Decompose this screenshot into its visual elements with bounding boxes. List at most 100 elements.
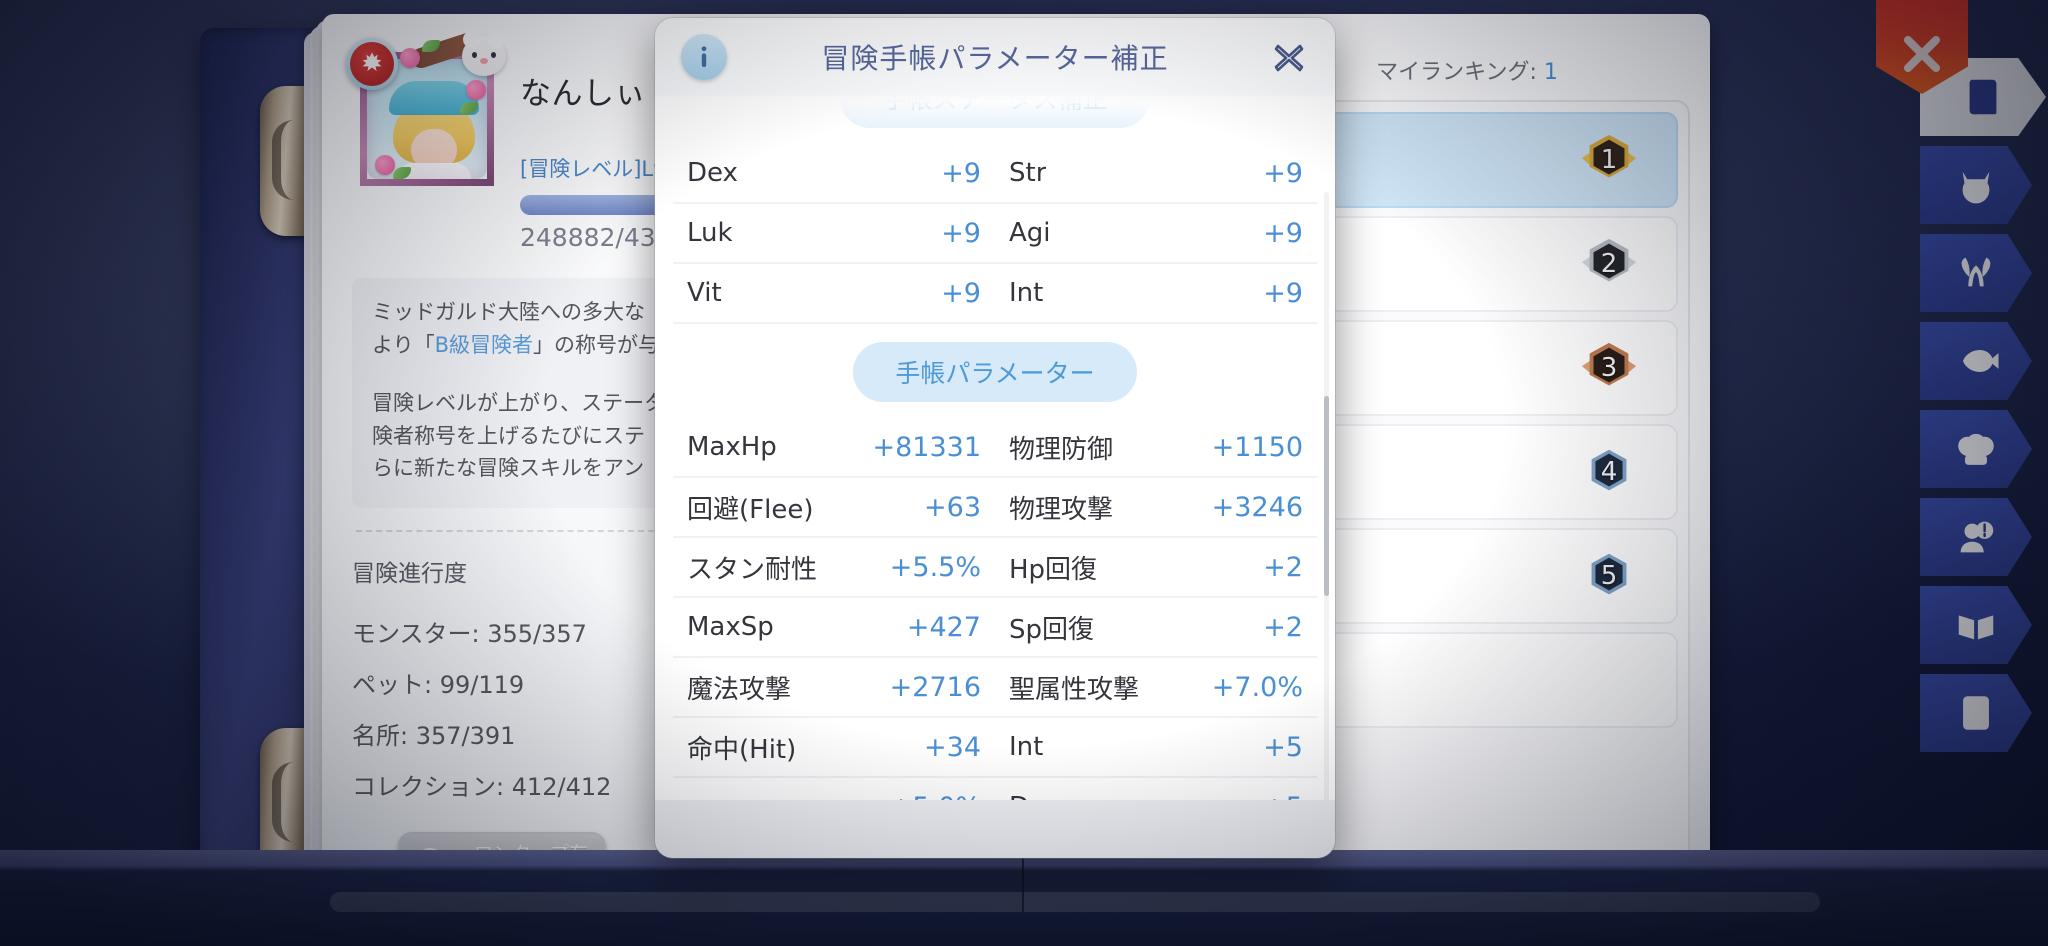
stat-row: Dex +9 Str +9 xyxy=(673,144,1317,204)
card-icon xyxy=(1963,696,1989,730)
rank-number: 5 xyxy=(1600,561,1618,591)
stat-label: Int xyxy=(1009,732,1044,762)
tab-encyclopedia[interactable] xyxy=(1920,586,2032,664)
bear-nose xyxy=(480,58,488,64)
open-book-icon xyxy=(1958,615,1994,640)
stat-value: +9 xyxy=(1263,157,1303,189)
section-header-label: 手帳ステータス補正 xyxy=(840,96,1150,128)
stat-cell-right: 物理攻撃 +3246 xyxy=(995,489,1317,526)
stat-cell-left: MaxHp +81331 xyxy=(673,432,995,463)
info-icon[interactable] xyxy=(681,34,727,80)
my-ranking-label: マイランキング: xyxy=(1376,60,1537,85)
stat-row: Luk +9 Agi +9 xyxy=(673,204,1317,264)
pet-bear-icon xyxy=(462,31,506,76)
stat-label: 物理攻撃 xyxy=(1009,494,1114,525)
stat-cell-left: Luk +9 xyxy=(673,218,995,249)
stat-cell-right: Str +9 xyxy=(995,158,1317,189)
rank-badge-silver-icon: 2 xyxy=(1578,233,1640,295)
rank-title-highlight: B級冒険者 xyxy=(434,332,534,357)
stat-label: 聖属性攻撃 xyxy=(1009,674,1140,705)
monster-face-icon xyxy=(1962,171,1990,204)
tab-monsters[interactable] xyxy=(1920,146,2032,224)
stat-cell-left: 回避(Flee) +63 xyxy=(673,489,995,526)
close-icon xyxy=(1904,36,1940,72)
dialog-footer xyxy=(655,800,1335,858)
stat-row: 闇属性へのダメージ増加% +5.0% Dex +5 xyxy=(673,778,1317,801)
stat-cell-left: MaxSp +427 xyxy=(673,612,995,643)
side-tab-bar xyxy=(1920,58,2048,752)
stat-label: 回避(Flee) xyxy=(687,494,814,525)
stat-label: Hp回復 xyxy=(1009,554,1098,585)
decor-rose-icon xyxy=(400,48,420,68)
stat-value: +3246 xyxy=(1211,491,1303,523)
stat-label: 魔法攻撃 xyxy=(687,674,792,705)
stat-cell-right: Sp回復 +2 xyxy=(995,609,1317,646)
taskbar-divider xyxy=(1022,858,1024,912)
stat-value: +34 xyxy=(924,731,981,763)
rank-number: 1 xyxy=(1600,145,1618,175)
tab-quests[interactable] xyxy=(1920,498,2032,576)
stat-label: 物理防御 xyxy=(1009,434,1114,465)
stat-cell-right: Int +9 xyxy=(995,278,1317,309)
npc-quest-icon xyxy=(1960,521,1994,553)
stat-row: MaxSp +427 Sp回復 +2 xyxy=(673,598,1317,658)
stat-label: Sp回復 xyxy=(1009,614,1095,645)
dialog-title: 冒険手帳パラメーター補正 xyxy=(821,42,1169,75)
stat-row: Vit +9 Int +9 xyxy=(673,264,1317,324)
stat-cell-left: Dex +9 xyxy=(673,158,995,189)
stat-cell-right: Int +5 xyxy=(995,732,1317,763)
dialog-header: 冒険手帳パラメーター補正 xyxy=(655,18,1335,96)
rank-badge-plain-icon: 4 xyxy=(1578,441,1640,503)
taskbar-handle[interactable] xyxy=(330,892,1820,912)
book-closed-icon xyxy=(1969,79,1997,115)
system-taskbar xyxy=(0,850,2048,946)
stat-cell-right: Dex +5 xyxy=(995,792,1317,801)
dialog-close-icon[interactable] xyxy=(1269,38,1309,78)
rank-badge-gold-icon: 1 xyxy=(1578,129,1640,191)
stat-value: +7.0% xyxy=(1211,671,1303,703)
stat-value: +5 xyxy=(1255,792,1303,801)
stat-cell-right: Agi +9 xyxy=(995,218,1317,249)
stat-label: スタン耐性 xyxy=(687,554,818,585)
stat-row: 魔法攻撃 +2716 聖属性攻撃 +7.0% xyxy=(673,658,1317,718)
stat-label: Dex xyxy=(687,158,738,188)
chef-hat-icon xyxy=(1958,433,1994,465)
stat-value: +2 xyxy=(1263,611,1303,643)
avatar-wrap[interactable] xyxy=(346,29,506,192)
stat-row: スタン耐性 +5.5% Hp回復 +2 xyxy=(673,538,1317,598)
stat-row: MaxHp +81331 物理防御 +1150 xyxy=(673,418,1317,478)
stat-value: +9 xyxy=(941,217,981,249)
stat-label: MaxSp xyxy=(687,612,774,642)
tab-fishing[interactable] xyxy=(1920,322,2032,400)
rank-number: 3 xyxy=(1600,353,1618,383)
stat-value: +63 xyxy=(924,491,981,523)
stat-label: Str xyxy=(1009,158,1047,188)
decor-rose-icon xyxy=(375,155,395,175)
stat-label: MaxHp xyxy=(687,432,777,462)
tab-cooking[interactable] xyxy=(1920,410,2032,488)
parameter-correction-dialog: 冒険手帳パラメーター補正 手帳ステータス補正 Dex +9 Str +9 Luk xyxy=(655,18,1335,858)
rank-number: 2 xyxy=(1600,249,1618,279)
guild-emblem-icon xyxy=(346,38,398,90)
tab-pets[interactable] xyxy=(1920,234,2032,312)
fish-icon xyxy=(1962,349,1999,373)
dialog-body[interactable]: 手帳ステータス補正 Dex +9 Str +9 Luk +9 Agi +9 Vi… xyxy=(655,96,1335,800)
stat-cell-left: 闇属性へのダメージ増加% +5.0% xyxy=(673,792,995,801)
stat-label: Dex xyxy=(1009,792,1060,800)
section-header-label: 手帳パラメーター xyxy=(853,342,1137,402)
stat-value: +5.0% xyxy=(882,792,981,801)
rank-badge-bronze-icon: 3 xyxy=(1578,337,1640,399)
stat-value: +2716 xyxy=(889,671,981,703)
stat-value: +5 xyxy=(1263,731,1303,763)
dialog-scrollbar-thumb[interactable] xyxy=(1324,396,1329,596)
stat-value: +9 xyxy=(1263,217,1303,249)
bear-eye-left xyxy=(472,52,477,58)
tab-cards[interactable] xyxy=(1920,674,2032,752)
bear-eye-right xyxy=(491,52,496,58)
section-header-status: 手帳ステータス補正 xyxy=(673,96,1317,144)
stat-row: 命中(Hit) +34 Int +5 xyxy=(673,718,1317,778)
stat-label: 命中(Hit) xyxy=(687,734,797,765)
stat-value: +1150 xyxy=(1211,431,1303,463)
stat-value: +9 xyxy=(941,277,981,309)
stat-value: +9 xyxy=(941,157,981,189)
